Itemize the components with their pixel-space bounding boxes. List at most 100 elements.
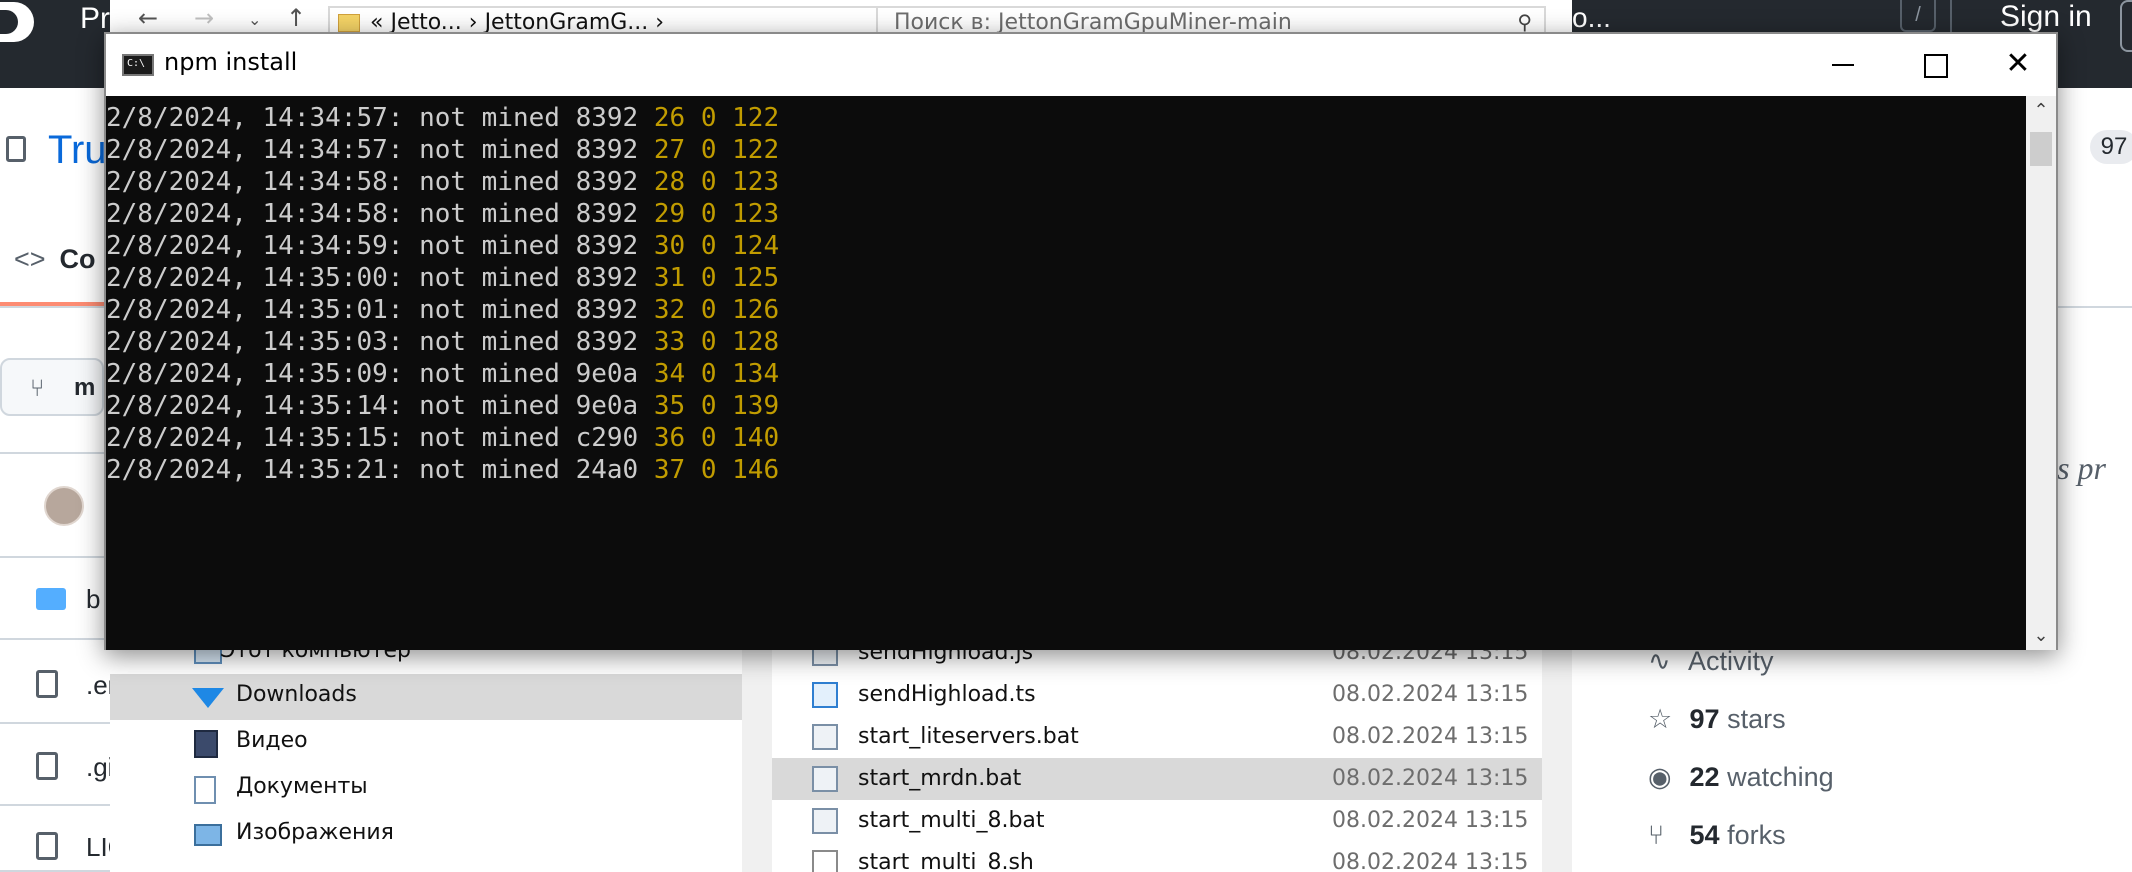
sidebar-count: 22 <box>1689 762 1720 792</box>
nav-item-label: Документы <box>236 774 368 799</box>
file-date: 08.02.2024 13:15 <box>1332 850 1529 872</box>
sidebar-stars-link[interactable]: ☆ 97 stars <box>1648 704 1786 735</box>
avatar[interactable] <box>44 486 84 526</box>
explorer-toolbar: ← → ⌄ ↑ « Jetto... › JettonGramG... › По… <box>110 0 1572 36</box>
repo-name-link[interactable]: Tru <box>48 128 107 173</box>
log-stats: 37 0 146 <box>653 455 780 485</box>
search-icon: ⚲ <box>1517 10 1532 34</box>
star-count-badge[interactable]: 97 <box>2090 130 2132 164</box>
console-app-icon[interactable]: C:\ <box>122 54 154 76</box>
branch-icon: ⑂ <box>30 374 45 402</box>
pane-splitter[interactable] <box>742 648 772 872</box>
header-nav-fragment[interactable]: Pr <box>80 2 110 36</box>
log-line: 2/8/2024, 14:34:58: not mined 8392 28 0 … <box>106 166 2026 198</box>
log-stats: 35 0 139 <box>653 391 780 421</box>
scroll-down-arrow-icon[interactable]: ⌄ <box>2026 625 2056 646</box>
log-stats: 26 0 122 <box>653 103 780 133</box>
log-stats: 30 0 124 <box>653 231 780 261</box>
file-row-label[interactable]: b <box>86 584 100 615</box>
sidebar-label: stars <box>1727 704 1786 734</box>
log-stats: 34 0 134 <box>653 359 780 389</box>
star-icon: ☆ <box>1648 704 1673 734</box>
console-output[interactable]: 2/8/2024, 14:34:57: not mined 8392 26 0 … <box>106 96 2026 650</box>
scroll-thumb[interactable] <box>2030 132 2052 166</box>
log-prefix: 2/8/2024, 14:34:58: not mined 8392 <box>106 167 654 197</box>
repo-icon <box>6 136 26 162</box>
file-name: sendHighload.ts <box>858 682 1036 707</box>
file-row[interactable]: sendHighload.ts 08.02.2024 13:15 <box>772 674 1542 716</box>
images-icon <box>194 824 222 846</box>
file-name: start_multi_8.bat <box>858 808 1045 833</box>
shell-file-icon <box>812 850 838 872</box>
up-arrow-icon[interactable]: ↑ <box>286 4 306 32</box>
sidebar-count: 97 <box>1689 704 1720 734</box>
folder-icon <box>36 588 66 610</box>
log-prefix: 2/8/2024, 14:34:58: not mined 8392 <box>106 199 654 229</box>
batch-file-icon <box>812 724 838 750</box>
header-search-fragment[interactable]: o... <box>1572 2 1611 34</box>
file-name: start_multi_8.sh <box>858 850 1034 872</box>
recent-dropdown-icon[interactable]: ⌄ <box>248 10 261 29</box>
minimize-button[interactable] <box>1796 34 1888 96</box>
github-logo-icon[interactable] <box>0 2 34 42</box>
tab-code-label: Co <box>59 244 96 274</box>
file-date: 08.02.2024 13:15 <box>1332 682 1529 707</box>
log-prefix: 2/8/2024, 14:35:14: not mined 9e0a <box>106 391 654 421</box>
log-prefix: 2/8/2024, 14:34:59: not mined 8392 <box>106 231 654 261</box>
log-line: 2/8/2024, 14:35:14: not mined 9e0a 35 0 … <box>106 390 2026 422</box>
sign-in-link[interactable]: Sign in <box>2000 0 2092 34</box>
file-name: start_liteservers.bat <box>858 724 1079 749</box>
file-name: start_mrdn.bat <box>858 766 1022 791</box>
log-prefix: 2/8/2024, 14:34:57: not mined 8392 <box>106 135 654 165</box>
console-title: npm install <box>164 48 298 76</box>
sidebar-count: 54 <box>1689 820 1720 850</box>
nav-item-label: Изображения <box>236 820 394 845</box>
log-stats: 28 0 123 <box>653 167 780 197</box>
navigation-pane: Этот компьютер Downloads Видео Документы… <box>110 638 742 872</box>
console-icon-text: C:\ <box>127 58 146 69</box>
nav-item-images[interactable]: Изображения <box>110 812 742 858</box>
documents-icon <box>194 776 216 804</box>
maximize-button[interactable] <box>1888 34 1980 96</box>
sidebar-forks-link[interactable]: ⑂ 54 forks <box>1648 820 1786 851</box>
file-icon <box>36 752 58 780</box>
log-line: 2/8/2024, 14:35:00: not mined 8392 31 0 … <box>106 262 2026 294</box>
log-line: 2/8/2024, 14:34:57: not mined 8392 26 0 … <box>106 102 2026 134</box>
file-row[interactable]: start_liteservers.bat 08.02.2024 13:15 <box>772 716 1542 758</box>
sign-up-button[interactable] <box>2120 0 2132 52</box>
file-icon <box>36 832 58 860</box>
file-row[interactable]: start_multi_8.sh 08.02.2024 13:15 <box>772 842 1542 872</box>
search-shortcut-key: / <box>1900 0 1936 32</box>
nav-item-label: Видео <box>236 728 308 753</box>
file-row-selected[interactable]: start_mrdn.bat 08.02.2024 13:15 <box>772 758 1542 800</box>
close-button[interactable]: ✕ <box>1980 34 2056 96</box>
tab-code[interactable]: <> Co <box>14 244 96 275</box>
branch-label: m <box>74 374 96 401</box>
file-row[interactable]: start_multi_8.bat 08.02.2024 13:15 <box>772 800 1542 842</box>
branch-select-button[interactable]: ⑂ m <box>0 358 104 416</box>
nav-item-documents[interactable]: Документы <box>110 766 742 812</box>
sidebar-watching-link[interactable]: ◉ 22 watching <box>1648 762 1834 793</box>
file-list-scrollbar[interactable] <box>1542 648 1572 872</box>
folder-icon <box>338 14 360 32</box>
log-line: 2/8/2024, 14:34:58: not mined 8392 29 0 … <box>106 198 2026 230</box>
log-stats: 36 0 140 <box>653 423 780 453</box>
code-icon: <> <box>14 244 46 274</box>
batch-file-icon <box>812 808 838 834</box>
log-prefix: 2/8/2024, 14:35:03: not mined 8392 <box>106 327 654 357</box>
sidebar-activity-link[interactable]: ∿ Activity <box>1648 646 1774 677</box>
sidebar-label: Activity <box>1688 646 1774 676</box>
console-titlebar[interactable]: C:\ npm install ✕ <box>106 34 2056 96</box>
pulse-icon: ∿ <box>1648 646 1671 676</box>
console-scrollbar[interactable]: ⌃ ⌄ <box>2026 96 2056 650</box>
nav-item-video[interactable]: Видео <box>110 720 742 766</box>
scroll-up-arrow-icon[interactable]: ⌃ <box>2026 100 2056 121</box>
forward-arrow-icon[interactable]: → <box>194 4 214 32</box>
log-line: 2/8/2024, 14:35:21: not mined 24a0 37 0 … <box>106 454 2026 486</box>
back-arrow-icon[interactable]: ← <box>138 4 158 32</box>
log-line: 2/8/2024, 14:35:03: not mined 8392 33 0 … <box>106 326 2026 358</box>
batch-file-icon <box>812 766 838 792</box>
log-prefix: 2/8/2024, 14:35:00: not mined 8392 <box>106 263 654 293</box>
log-prefix: 2/8/2024, 14:35:21: not mined 24a0 <box>106 455 654 485</box>
nav-item-downloads[interactable]: Downloads <box>110 674 742 720</box>
